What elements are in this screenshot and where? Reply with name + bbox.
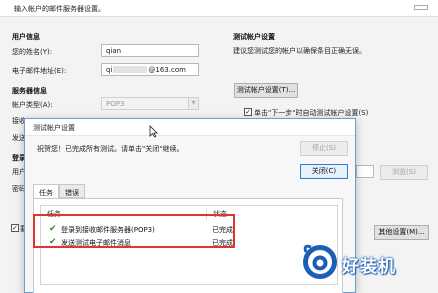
mascot-logo-icon	[303, 244, 337, 279]
dialog-message: 祝贺您！已完成所有测试。请单击"关闭"继续。	[37, 145, 184, 153]
watermark-text: 好装机	[342, 257, 396, 277]
wizard-header-text: 输入帐户的邮件服务器设置。	[14, 5, 105, 13]
auto-test-label: 单击"下一步"时自动测试帐户设置(S)	[254, 109, 369, 117]
name-label: 您的姓名(Y):	[12, 48, 53, 56]
completed-tasks-highlight	[33, 214, 235, 248]
account-type-value: POP3	[106, 100, 125, 108]
user-info-title: 用户信息	[12, 33, 40, 41]
test-account-button[interactable]: 测试帐户设置(T)...	[234, 83, 298, 98]
path-input[interactable]	[356, 165, 374, 178]
chevron-down-icon: ▼	[188, 98, 198, 109]
tab-errors[interactable]: 错误	[59, 184, 85, 198]
window-control-icon[interactable]	[414, 5, 428, 10]
email-suffix: @163.com	[148, 66, 186, 74]
email-prefix: qi	[106, 66, 113, 74]
server-info-title: 服务器信息	[12, 87, 47, 95]
email-label: 电子邮件地址(E):	[12, 67, 67, 75]
stop-button[interactable]: 停止(S)	[300, 141, 348, 156]
redacted-mask	[113, 66, 148, 73]
email-input[interactable]: qi @163.com	[101, 63, 199, 76]
dialog-titlebar: 测试帐户设置	[25, 119, 355, 136]
mouse-cursor-icon	[149, 125, 158, 141]
more-settings-button[interactable]: 其他设置(M)...	[374, 225, 429, 240]
test-settings-title: 测试帐户设置	[233, 33, 275, 41]
account-type-label: 帐户类型(A):	[12, 101, 53, 109]
account-type-select[interactable]: POP3 ▼	[101, 97, 199, 110]
tab-tasks[interactable]: 任务	[33, 184, 59, 199]
name-input[interactable]: qian	[101, 44, 199, 57]
email-account-wizard: 输入帐户的邮件服务器设置。 用户信息 您的姓名(Y): qian 电子邮件地址(…	[0, 0, 438, 293]
watermark-logo: 好装机	[300, 240, 430, 286]
browse-button[interactable]: 浏览(S)	[380, 165, 428, 180]
name-value: qian	[106, 47, 122, 55]
auto-test-checkbox[interactable]: ✓	[244, 108, 252, 116]
dialog-title: 测试帐户设置	[33, 124, 75, 132]
close-button[interactable]: 关闭(C)	[300, 164, 348, 179]
remember-checkbox[interactable]: ✓	[11, 224, 19, 232]
wizard-header: 输入帐户的邮件服务器设置。	[0, 0, 438, 17]
test-settings-desc: 建议您测试您的帐户以确保条目正确无误。	[233, 47, 366, 55]
